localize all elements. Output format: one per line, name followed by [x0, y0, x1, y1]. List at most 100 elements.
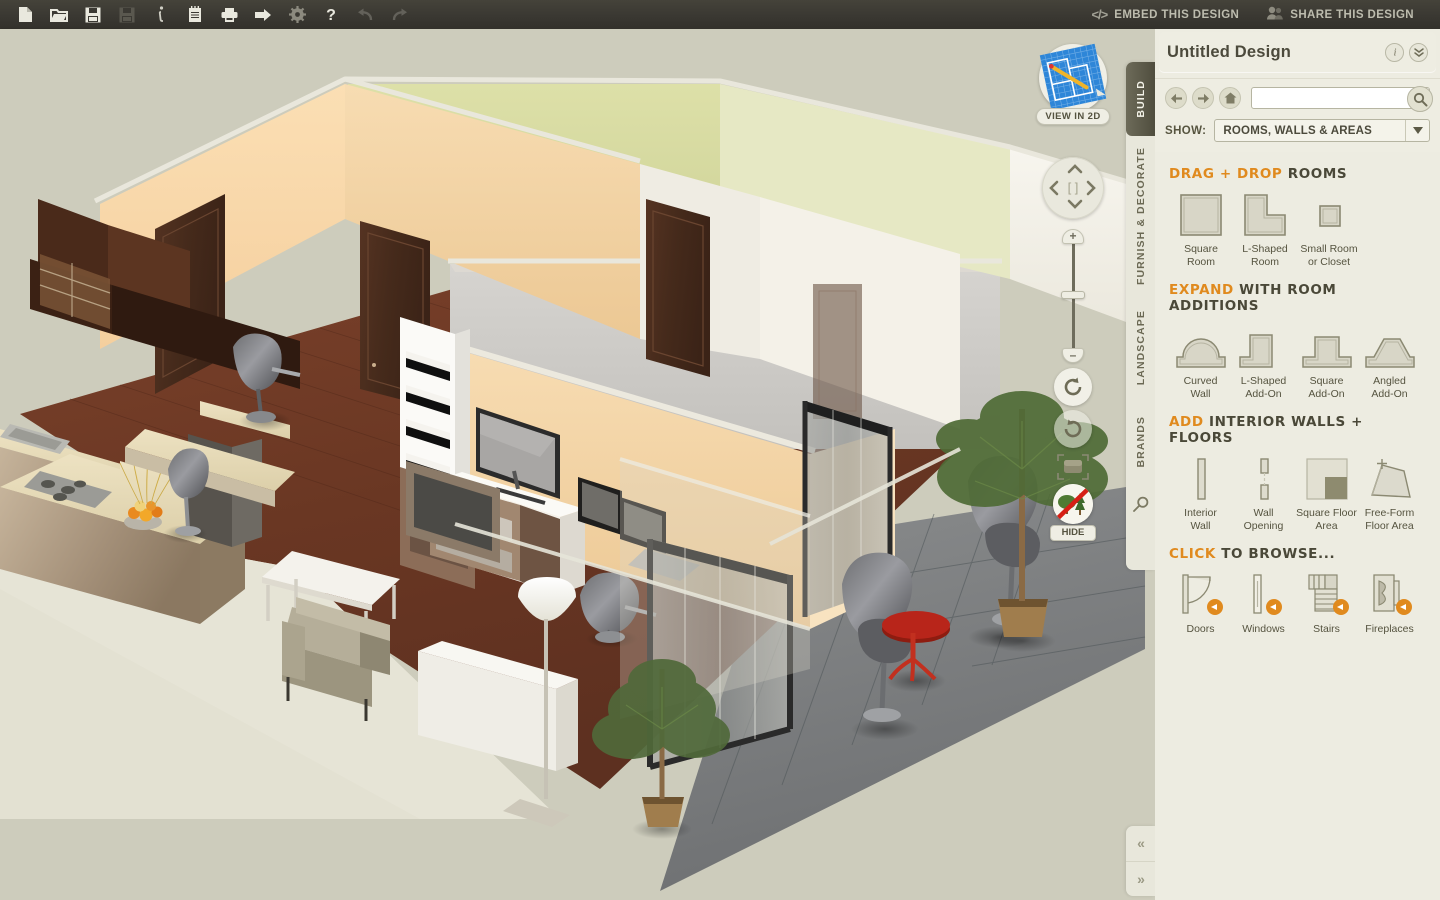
sidebar-tab-build-label: BUILD [1134, 80, 1147, 118]
view-controls: VIEW IN 2D [ ] + – HIDE [1036, 43, 1110, 541]
view-in-2d-button[interactable]: VIEW IN 2D [1036, 108, 1110, 125]
app-root: ? </> EMBED THIS DESIGN SHARE THIS DESIG… [0, 0, 1440, 900]
view-2d-control: VIEW IN 2D [1036, 43, 1110, 139]
tool-wall-opening-label: Wall Opening [1243, 507, 1284, 532]
notes-icon[interactable] [178, 0, 212, 29]
tool-interior-wall-label: Interior Wall [1184, 507, 1217, 532]
sidebar-search-icon[interactable] [1126, 484, 1155, 524]
pan-right-button[interactable] [1086, 180, 1097, 200]
section-interior-walls-floors: ADD INTERIOR WALLS + FLOORS Interior Wal… [1169, 414, 1426, 532]
tool-free-form-floor-area-label: Free-Form Floor Area [1364, 507, 1415, 532]
open-folder-icon[interactable] [42, 0, 76, 29]
interior-wall-icon [1189, 455, 1213, 501]
tool-windows[interactable]: Windows [1232, 571, 1295, 636]
tool-fireplaces-label: Fireplaces [1365, 623, 1414, 635]
panel-collapse-button[interactable] [1409, 42, 1428, 62]
wall-opening-icon [1252, 455, 1276, 501]
section-click-to-browse: CLICK TO BROWSE... Doors Windows Stairs … [1169, 546, 1426, 636]
settings-gear-icon[interactable] [280, 0, 314, 29]
vertical-tab-strip: BUILD FURNISH & DECORATE LANDSCAPE BRAND… [1126, 62, 1155, 570]
main-toolbar: ? </> EMBED THIS DESIGN SHARE THIS DESIG… [0, 0, 1440, 29]
tool-l-shaped-addon[interactable]: L-Shaped Add-On [1232, 323, 1295, 400]
undo-icon[interactable] [348, 0, 382, 29]
rotate-ccw-icon[interactable] [1054, 368, 1092, 406]
recenter-view-button[interactable]: [ ] [1064, 180, 1082, 196]
design-title: Untitled Design [1167, 42, 1292, 61]
stairs-icon [1303, 571, 1351, 617]
print-icon[interactable] [212, 0, 246, 29]
design-info-button[interactable]: i [1385, 42, 1404, 62]
material-swatch-icon[interactable] [1057, 454, 1089, 480]
section-title-browse: CLICK TO BROWSE... [1169, 546, 1426, 562]
small-room-icon [1307, 191, 1351, 237]
save-as-icon[interactable] [110, 0, 144, 29]
nav-home-button[interactable] [1219, 87, 1241, 109]
tool-curved-wall[interactable]: Curved Wall [1169, 323, 1232, 400]
floorplan-3d-render [0, 29, 1150, 900]
blueprint-thumbnail-icon [1039, 43, 1107, 111]
window-icon [1240, 571, 1288, 617]
tool-angled-addon[interactable]: Angled Add-On [1358, 323, 1421, 400]
tool-square-addon-label: Square Add-On [1308, 375, 1345, 400]
toolbar-right-actions: </> EMBED THIS DESIGN SHARE THIS DESIGN [1077, 0, 1440, 29]
design-canvas-3d[interactable] [0, 29, 1150, 900]
section-title-walls: ADD INTERIOR WALLS + FLOORS [1169, 414, 1426, 446]
hide-label-button[interactable]: HIDE [1050, 525, 1096, 541]
l-shaped-addon-icon [1238, 323, 1290, 369]
sidebar-tab-brands-label: BRANDS [1134, 416, 1147, 468]
sidebar-tab-build[interactable]: BUILD [1126, 62, 1155, 136]
new-file-icon[interactable] [8, 0, 42, 29]
browse-item-list: Doors Windows Stairs Fireplaces [1169, 571, 1426, 636]
hide-plants-icon[interactable] [1053, 484, 1093, 524]
tool-fireplaces[interactable]: Fireplaces [1358, 571, 1421, 636]
panel-nav-row [1165, 86, 1433, 112]
share-design-button[interactable]: SHARE THIS DESIGN [1253, 0, 1428, 29]
tool-small-room[interactable]: Small Room or Closet [1297, 191, 1361, 268]
tool-l-shaped-room[interactable]: L-Shaped Room [1233, 191, 1297, 268]
show-filter-select[interactable]: ROOMS, WALLS & AREAS [1214, 119, 1430, 142]
section-title-rooms-rest: ROOMS [1282, 166, 1348, 182]
sidebar-tab-brands[interactable]: BRANDS [1126, 400, 1155, 484]
section-title-additions-accent: EXPAND [1169, 282, 1234, 298]
tool-square-floor-area[interactable]: Square Floor Area [1295, 455, 1358, 532]
info-icon[interactable] [144, 0, 178, 29]
export-icon[interactable] [246, 0, 280, 29]
rotate-cw-icon[interactable] [1054, 410, 1092, 448]
collapse-next-button[interactable]: » [1126, 862, 1155, 897]
tool-windows-label: Windows [1242, 623, 1285, 635]
svg-text:i: i [1393, 48, 1396, 59]
zoom-in-button[interactable]: + [1062, 229, 1084, 244]
section-title-browse-accent: CLICK [1169, 546, 1216, 562]
tool-square-room[interactable]: Square Room [1169, 191, 1233, 268]
save-icon[interactable] [76, 0, 110, 29]
toolbar-icon-group: ? [0, 0, 416, 29]
sidebar-tab-landscape-label: LANDSCAPE [1134, 310, 1147, 386]
embed-code-icon: </> [1091, 7, 1108, 22]
fireplace-icon [1366, 571, 1414, 617]
zoom-out-button[interactable]: – [1062, 348, 1084, 363]
panel-search-input[interactable] [1252, 88, 1429, 108]
nav-back-button[interactable] [1165, 87, 1187, 109]
sidebar-tab-furnish[interactable]: FURNISH & DECORATE [1126, 136, 1155, 296]
share-design-label: SHARE THIS DESIGN [1290, 8, 1414, 21]
panel-search-box[interactable] [1251, 86, 1433, 112]
collapse-prev-button[interactable]: « [1126, 826, 1155, 862]
zoom-slider[interactable]: + – [1058, 229, 1088, 364]
sidebar-tab-landscape[interactable]: LANDSCAPE [1126, 296, 1155, 400]
tool-free-form-floor-area[interactable]: Free-Form Floor Area [1358, 455, 1421, 532]
tool-stairs[interactable]: Stairs [1295, 571, 1358, 636]
tool-square-addon[interactable]: Square Add-On [1295, 323, 1358, 400]
redo-icon[interactable] [382, 0, 416, 29]
tool-doors[interactable]: Doors [1169, 571, 1232, 636]
pan-left-button[interactable] [1048, 180, 1059, 200]
tool-wall-opening[interactable]: Wall Opening [1232, 455, 1295, 532]
pan-down-button[interactable] [1067, 198, 1083, 214]
pan-up-button[interactable] [1067, 162, 1083, 178]
help-icon[interactable]: ? [314, 0, 348, 29]
chevron-down-icon[interactable] [1405, 120, 1429, 141]
zoom-slider-knob[interactable] [1061, 291, 1085, 299]
panel-search-icon[interactable] [1407, 86, 1433, 112]
embed-design-button[interactable]: </> EMBED THIS DESIGN [1077, 0, 1253, 29]
tool-interior-wall[interactable]: Interior Wall [1169, 455, 1232, 532]
nav-forward-button[interactable] [1192, 87, 1214, 109]
